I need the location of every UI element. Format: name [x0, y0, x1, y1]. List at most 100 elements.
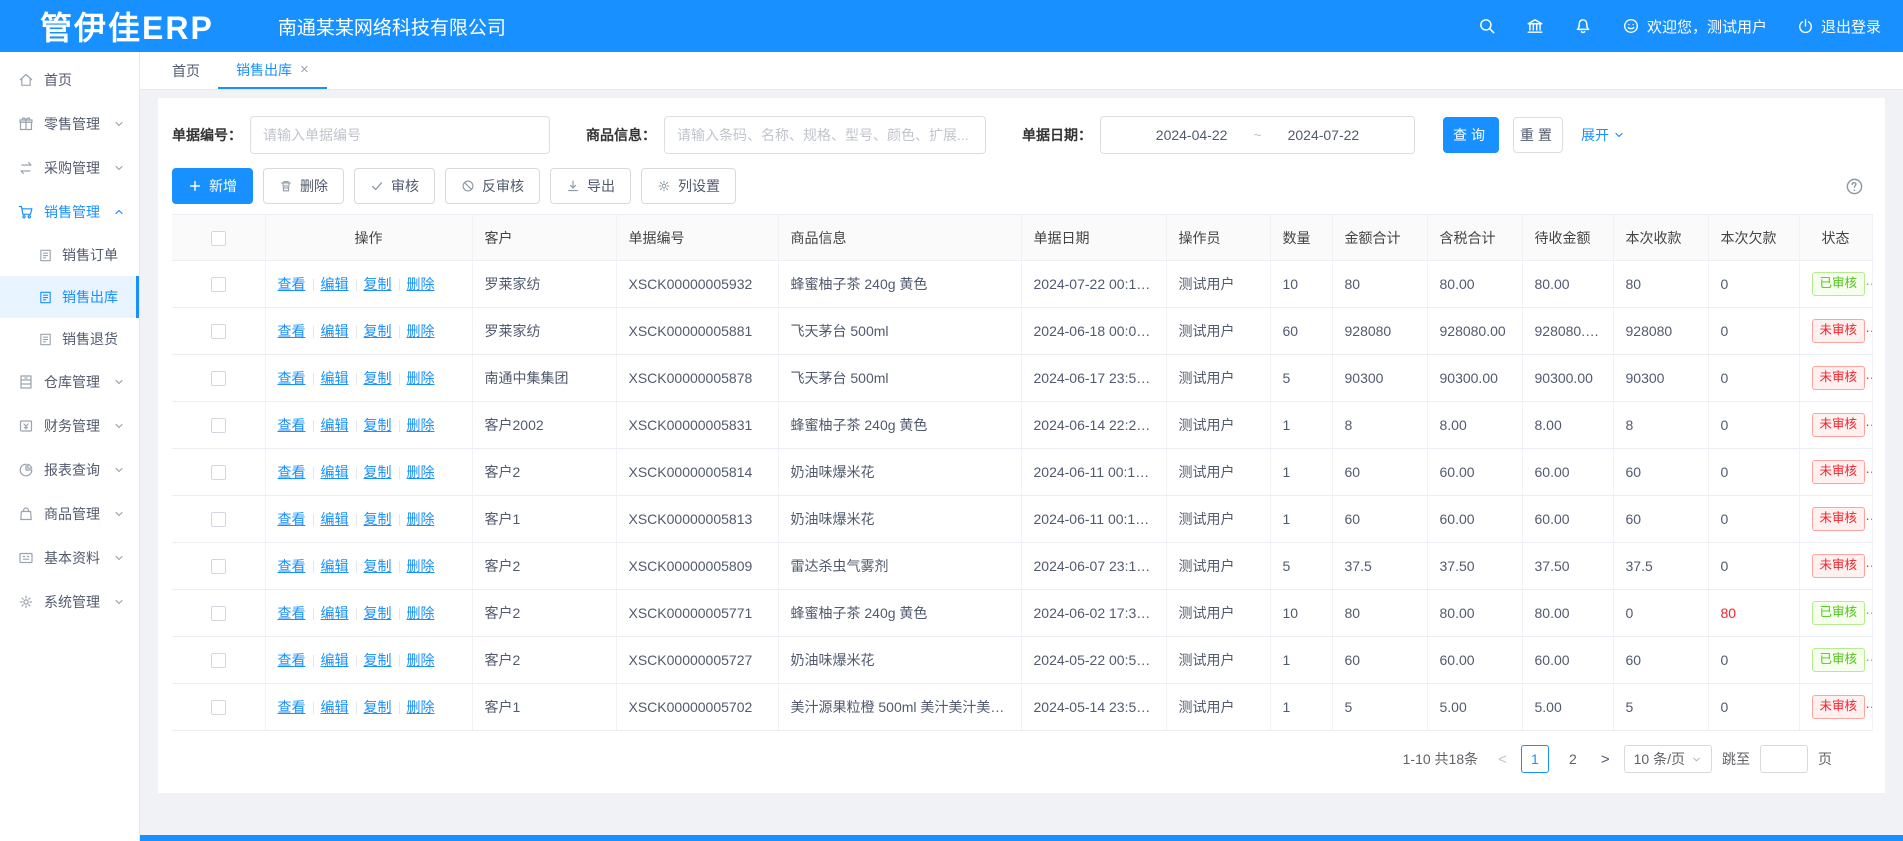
row-action-copy[interactable]: 复制	[364, 370, 392, 386]
sidebar-item-finance[interactable]: 财务管理	[0, 404, 139, 448]
row-action-copy[interactable]: 复制	[364, 276, 392, 292]
select-all-checkbox[interactable]	[211, 231, 226, 246]
export-button[interactable]: 导出	[550, 168, 631, 204]
row-action-edit[interactable]: 编辑	[321, 511, 349, 527]
row-action-copy[interactable]: 复制	[364, 605, 392, 621]
row-action-view[interactable]: 查看	[278, 699, 306, 715]
row-action-copy[interactable]: 复制	[364, 558, 392, 574]
row-action-view[interactable]: 查看	[278, 464, 306, 480]
column-settings-button[interactable]: 列设置	[641, 168, 736, 204]
delete-button[interactable]: 删除	[263, 168, 344, 204]
sidebar-item-sales-return[interactable]: 销售退货	[0, 318, 139, 360]
bell-icon[interactable]	[1574, 17, 1592, 35]
row-action-view[interactable]: 查看	[278, 605, 306, 621]
cell-amount_tax: 60.00	[1427, 637, 1522, 684]
logout-button[interactable]: 退出登录	[1797, 16, 1881, 37]
unaudit-button[interactable]: 反审核	[445, 168, 540, 204]
sidebar-item-reports[interactable]: 报表查询	[0, 448, 139, 492]
sidebar-item-sales[interactable]: 销售管理	[0, 190, 139, 234]
tab-close-icon[interactable]: ×	[300, 61, 309, 78]
sidebar-item-home[interactable]: 首页	[0, 58, 139, 102]
date-start-value[interactable]: 2024-04-22	[1156, 127, 1228, 143]
tab-sales-outbound[interactable]: 销售出库 ×	[218, 52, 327, 89]
action-separator	[399, 514, 400, 526]
row-action-copy[interactable]: 复制	[364, 699, 392, 715]
cabinet-icon	[18, 374, 34, 390]
row-checkbox[interactable]	[211, 512, 226, 527]
row-action-edit[interactable]: 编辑	[321, 699, 349, 715]
cell-amount_tax: 80.00	[1427, 261, 1522, 308]
row-action-delete[interactable]: 删除	[407, 699, 435, 715]
row-action-edit[interactable]: 编辑	[321, 652, 349, 668]
audit-button[interactable]: 审核	[354, 168, 435, 204]
jump-page-input[interactable]	[1760, 745, 1808, 773]
row-action-copy[interactable]: 复制	[364, 464, 392, 480]
prev-page-button[interactable]: <	[1494, 751, 1511, 768]
row-checkbox[interactable]	[211, 606, 226, 621]
row-action-view[interactable]: 查看	[278, 652, 306, 668]
row-action-view[interactable]: 查看	[278, 558, 306, 574]
row-action-delete[interactable]: 删除	[407, 558, 435, 574]
row-checkbox[interactable]	[211, 653, 226, 668]
row-action-delete[interactable]: 删除	[407, 417, 435, 433]
row-action-edit[interactable]: 编辑	[321, 464, 349, 480]
sidebar-item-warehouse[interactable]: 仓库管理	[0, 360, 139, 404]
user-menu[interactable]: 欢迎您，测试用户	[1622, 16, 1767, 37]
row-action-copy[interactable]: 复制	[364, 417, 392, 433]
row-action-edit[interactable]: 编辑	[321, 276, 349, 292]
bank-icon[interactable]	[1526, 17, 1544, 35]
order-no-input[interactable]	[250, 116, 550, 154]
row-action-delete[interactable]: 删除	[407, 652, 435, 668]
sidebar-item-base-data[interactable]: 基本资料	[0, 536, 139, 580]
row-action-view[interactable]: 查看	[278, 276, 306, 292]
next-page-button[interactable]: >	[1597, 751, 1614, 768]
row-checkbox[interactable]	[211, 418, 226, 433]
sidebar-item-retail[interactable]: 零售管理	[0, 102, 139, 146]
row-checkbox[interactable]	[211, 371, 226, 386]
row-action-delete[interactable]: 删除	[407, 370, 435, 386]
reset-button[interactable]: 重置	[1513, 117, 1563, 153]
row-action-delete[interactable]: 删除	[407, 464, 435, 480]
row-checkbox[interactable]	[211, 277, 226, 292]
action-separator	[356, 702, 357, 714]
add-button[interactable]: 新增	[172, 168, 253, 204]
row-action-edit[interactable]: 编辑	[321, 558, 349, 574]
tab-home[interactable]: 首页	[154, 52, 218, 89]
help-icon[interactable]	[1845, 177, 1864, 196]
cell-owed: 0	[1708, 684, 1799, 731]
row-action-copy[interactable]: 复制	[364, 652, 392, 668]
product-info-input[interactable]	[664, 116, 986, 154]
row-action-edit[interactable]: 编辑	[321, 605, 349, 621]
expand-filters-link[interactable]: 展开	[1581, 125, 1625, 145]
sidebar-item-sales-order[interactable]: 销售订单	[0, 234, 139, 276]
row-action-view[interactable]: 查看	[278, 511, 306, 527]
row-action-edit[interactable]: 编辑	[321, 323, 349, 339]
search-icon[interactable]	[1478, 17, 1496, 35]
row-checkbox[interactable]	[211, 559, 226, 574]
row-action-view[interactable]: 查看	[278, 323, 306, 339]
row-action-edit[interactable]: 编辑	[321, 417, 349, 433]
sidebar-item-sales-outbound[interactable]: 销售出库	[0, 276, 139, 318]
date-end-value[interactable]: 2024-07-22	[1288, 127, 1360, 143]
row-action-view[interactable]: 查看	[278, 370, 306, 386]
row-action-delete[interactable]: 删除	[407, 323, 435, 339]
sidebar-item-purchase[interactable]: 采购管理	[0, 146, 139, 190]
cell-operator: 测试用户	[1166, 543, 1270, 590]
row-action-delete[interactable]: 删除	[407, 605, 435, 621]
page-size-select[interactable]: 10 条/页	[1624, 745, 1712, 773]
sidebar-item-system[interactable]: 系统管理	[0, 580, 139, 624]
row-action-delete[interactable]: 删除	[407, 276, 435, 292]
sidebar-item-products[interactable]: 商品管理	[0, 492, 139, 536]
row-checkbox[interactable]	[211, 700, 226, 715]
row-action-view[interactable]: 查看	[278, 417, 306, 433]
page-button-1[interactable]: 1	[1521, 745, 1549, 773]
search-button[interactable]: 查询	[1443, 117, 1499, 153]
row-action-edit[interactable]: 编辑	[321, 370, 349, 386]
row-action-delete[interactable]: 删除	[407, 511, 435, 527]
row-action-copy[interactable]: 复制	[364, 511, 392, 527]
row-checkbox[interactable]	[211, 324, 226, 339]
date-range-picker[interactable]: 2024-04-22 ~ 2024-07-22	[1100, 116, 1415, 154]
row-action-copy[interactable]: 复制	[364, 323, 392, 339]
row-checkbox[interactable]	[211, 465, 226, 480]
page-button-2[interactable]: 2	[1559, 745, 1587, 773]
